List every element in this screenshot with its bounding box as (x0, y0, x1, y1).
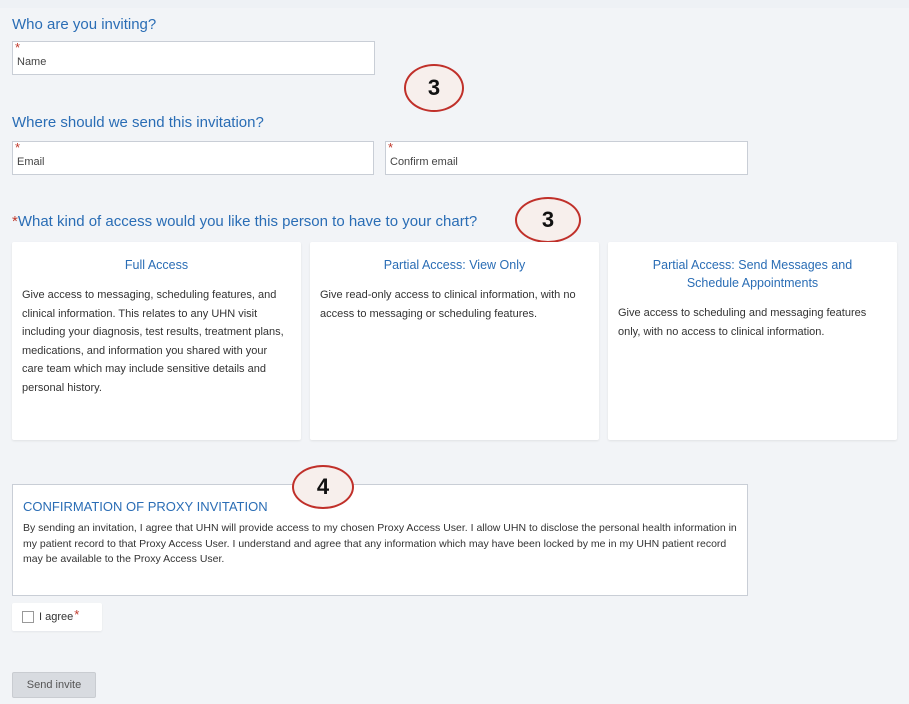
email-field[interactable]: * (12, 141, 374, 175)
access-option-messages-appointments[interactable]: Partial Access: Send Messages and Schedu… (608, 242, 897, 440)
confirmation-text: By sending an invitation, I agree that U… (23, 522, 737, 565)
access-option-title: Full Access (124, 258, 189, 272)
annotation-badge-4: 4 (292, 465, 354, 509)
annotation-badge-3-top: 3 (404, 64, 464, 112)
confirmation-title: CONFIRMATION OF PROXY INVITATION (23, 499, 268, 514)
access-option-description: Give access to messaging, scheduling fea… (22, 289, 284, 394)
access-option-full[interactable]: Full Access Give access to messaging, sc… (12, 242, 301, 440)
access-option-title: Partial Access: Send Messages and Schedu… (652, 258, 853, 290)
where-section-title: Where should we send this invitation? (12, 114, 264, 131)
access-section-title: *What kind of access would you like this… (12, 213, 477, 230)
send-invite-button[interactable]: Send invite (12, 672, 96, 698)
confirm-email-field[interactable]: * (385, 141, 748, 175)
proxy-confirmation-box: CONFIRMATION OF PROXY INVITATION By send… (12, 484, 748, 596)
who-section-title: Who are you inviting? (12, 16, 157, 33)
name-input[interactable] (13, 42, 374, 74)
confirm-email-input[interactable] (386, 142, 747, 174)
access-option-title: Partial Access: View Only (383, 258, 526, 272)
invite-proxy-page: Who are you inviting? * 3 Where should w… (0, 0, 909, 704)
agree-checkbox-control[interactable]: I agree * (12, 603, 102, 631)
access-option-description: Give access to scheduling and messaging … (618, 307, 867, 338)
annotation-badge-3-access: 3 (515, 197, 581, 243)
agree-checkbox[interactable] (22, 611, 34, 623)
access-option-view-only[interactable]: Partial Access: View Only Give read-only… (310, 242, 599, 440)
agree-label: I agree (39, 611, 74, 623)
top-strip (0, 0, 909, 8)
email-input[interactable] (13, 142, 373, 174)
agree-required-marker: * (74, 606, 80, 622)
name-field[interactable]: * (12, 41, 375, 75)
access-section-title-text: What kind of access would you like this … (17, 213, 478, 230)
access-option-description: Give read-only access to clinical inform… (320, 289, 576, 320)
